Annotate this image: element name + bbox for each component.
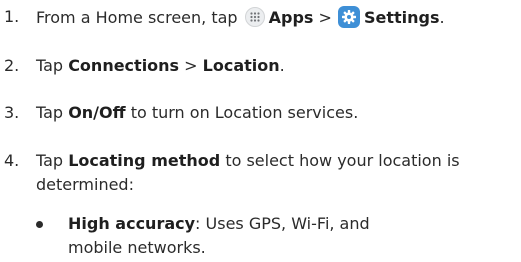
step-text: From a Home screen, tap Apps > Settings. xyxy=(36,6,445,29)
step-3-rest: to turn on Location services. xyxy=(130,103,359,122)
high-accuracy-label: High accuracy xyxy=(68,214,196,233)
location-label: Location xyxy=(202,56,280,75)
step-text: Tap Connections > Location. xyxy=(36,55,285,77)
path-separator: > xyxy=(318,8,332,27)
settings-label: Settings xyxy=(363,8,440,27)
step-text: Tap On/Off to turn on Location services. xyxy=(36,102,358,124)
path-separator: > xyxy=(184,56,198,75)
settings-gear-icon xyxy=(337,6,360,28)
step-number: 1. xyxy=(4,7,20,26)
step-number: 3. xyxy=(4,103,20,122)
step-2-end: . xyxy=(279,56,285,75)
apps-label: Apps xyxy=(268,8,314,27)
connections-label: Connections xyxy=(68,56,180,75)
step-1-end: . xyxy=(439,8,445,27)
step-2-intro: Tap xyxy=(36,56,64,75)
bullet-text: High accuracy: Uses GPS, Wi-Fi, and mobi… xyxy=(68,212,418,260)
bullet-dot-icon xyxy=(36,221,43,228)
step-number: 2. xyxy=(4,56,20,75)
locating-method-label: Locating method xyxy=(68,151,221,170)
step-text: Tap Locating method to select how your l… xyxy=(36,150,460,172)
step-4-rest-line2: determined: xyxy=(36,175,134,194)
step-number: 4. xyxy=(4,151,20,170)
onoff-label: On/Off xyxy=(68,103,126,122)
step-4-rest-line1: to select how your location is xyxy=(225,151,460,170)
step-3-intro: Tap xyxy=(36,103,64,122)
step-1-intro: From a Home screen, tap xyxy=(36,8,238,27)
apps-grid-icon xyxy=(244,7,265,27)
step-4-intro: Tap xyxy=(36,151,64,170)
